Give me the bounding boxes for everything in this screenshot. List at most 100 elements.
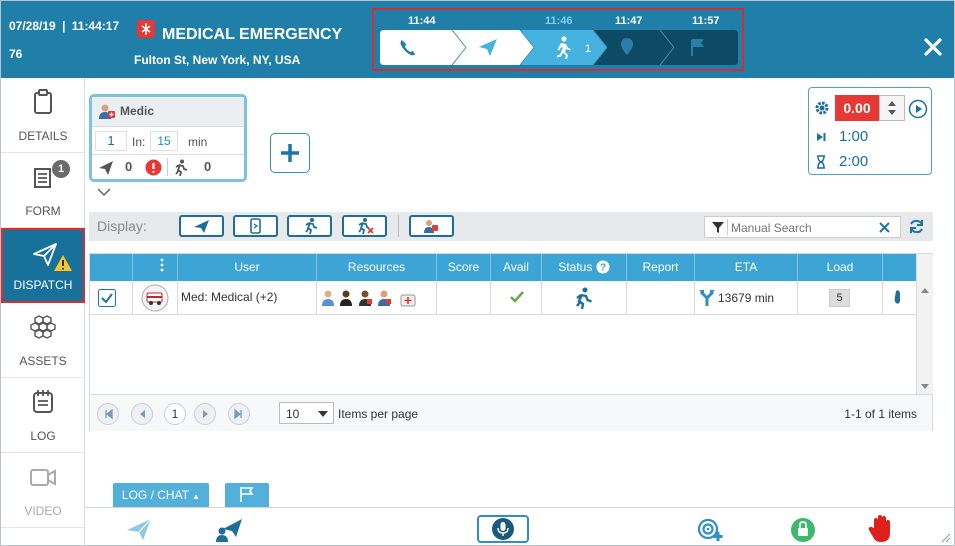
more-vertical-icon [160, 258, 164, 272]
sidebar-item-form[interactable]: 1 FORM [1, 153, 85, 228]
bottom-toolbar [85, 507, 954, 545]
gear-icon[interactable] [814, 100, 830, 116]
sidebar-item-dispatch[interactable]: DISPATCH [1, 228, 85, 303]
refresh-icon[interactable] [908, 218, 925, 235]
grid-scrollbar[interactable] [916, 254, 933, 394]
first-page-button[interactable] [97, 403, 119, 425]
current-page[interactable]: 1 [164, 403, 186, 425]
chevron-down-icon[interactable] [97, 187, 111, 197]
lock-icon[interactable] [788, 515, 818, 543]
close-icon[interactable] [921, 35, 945, 59]
min-label: min [188, 135, 208, 149]
step-forward-icon [817, 133, 826, 141]
scroll-down-icon[interactable] [921, 384, 929, 390]
running-person-icon [576, 287, 592, 309]
hexagons-icon [30, 315, 56, 339]
column-header-user[interactable]: User [178, 254, 317, 281]
filter-dispatched-button[interactable] [179, 215, 224, 237]
row-checkbox[interactable] [98, 289, 116, 307]
items-per-page-label: Items per page [338, 407, 419, 421]
column-header-resources[interactable]: Resources [317, 254, 437, 281]
column-header-score[interactable]: Score [437, 254, 491, 281]
resource-avatars-icon [322, 290, 416, 307]
ambulance-icon [141, 284, 169, 312]
divider [167, 158, 168, 176]
mobile-phone-icon [250, 218, 261, 234]
drag-handle-icon[interactable] [893, 289, 903, 305]
card-title: Medic [120, 104, 155, 118]
manual-search-box[interactable] [704, 216, 901, 238]
medical-badge-icon [137, 20, 155, 38]
page-size-select[interactable]: 10 [279, 402, 334, 424]
incident-title: MEDICAL EMERGENCY [162, 26, 343, 43]
microphone-button[interactable] [477, 515, 529, 543]
add-target-icon[interactable] [696, 515, 726, 543]
column-header-status[interactable]: Status ? [542, 254, 627, 281]
avail-cell [491, 281, 542, 315]
incident-id: 76 [9, 47, 23, 61]
column-header-avail[interactable]: Avail [491, 254, 542, 281]
send-icon[interactable] [124, 515, 154, 543]
search-input[interactable] [731, 220, 871, 235]
timeline-track: 1 [380, 30, 738, 65]
clipboard-icon [34, 89, 52, 114]
warning-icon [54, 255, 72, 271]
grid-pager: 1 10 Items per page 1-1 of 1 items [90, 394, 932, 431]
select-cell [90, 281, 133, 315]
timer-input[interactable]: 0.00 [835, 95, 879, 121]
timeline-step-call[interactable] [380, 30, 466, 65]
report-cell [627, 281, 695, 315]
quantity-field[interactable]: 1 [95, 131, 127, 151]
last-page-button[interactable] [228, 403, 250, 425]
add-resource-button[interactable] [270, 133, 310, 173]
column-header-eta[interactable]: ETA [695, 254, 798, 281]
minutes-field[interactable]: 15 [150, 131, 178, 151]
help-icon[interactable]: ? [596, 260, 610, 274]
first-page-icon [105, 408, 113, 420]
filter-mobile-button[interactable] [233, 215, 278, 237]
divider [727, 219, 728, 235]
column-header-report[interactable]: Report [627, 254, 695, 281]
column-menu[interactable] [133, 254, 178, 281]
spinner-arrows-icon [888, 101, 896, 115]
filter-responding-button[interactable] [287, 215, 332, 237]
incident-address: Fulton St, New York, NY, USA [134, 53, 301, 67]
stop-hand-icon[interactable] [867, 515, 897, 543]
sidebar-item-label: VIDEO [24, 504, 62, 518]
sidebar-item-video[interactable]: VIDEO [1, 453, 85, 528]
timeline-time: 11:46 [545, 15, 573, 27]
column-header-load[interactable]: Load [798, 254, 883, 281]
timeline-time: 11:57 [692, 15, 720, 27]
paper-plane-icon [99, 161, 113, 175]
filter-medic-button[interactable] [409, 215, 454, 237]
sidebar-item-log[interactable]: LOG [1, 378, 85, 453]
send-to-user-icon[interactable] [214, 515, 244, 543]
filter-icon [712, 222, 724, 233]
running-person-x-icon [358, 218, 374, 235]
resource-requirement-card[interactable]: Medic 1 In: 15 min 0 0 [89, 94, 247, 182]
timer-panel: 0.00 1:00 2:00 [808, 87, 932, 175]
action-cell [883, 281, 916, 315]
plus-icon [281, 144, 299, 162]
incident-datetime: 07/28/19 | 11:44:17 [9, 19, 120, 33]
load-cell: 5 [798, 281, 883, 315]
play-icon[interactable] [908, 99, 928, 119]
caret-up-icon: ▲ [192, 492, 201, 501]
page-number: 1 [171, 407, 179, 421]
filter-unavailable-button[interactable] [342, 215, 387, 237]
clear-icon[interactable] [879, 222, 890, 233]
form-count-badge: 1 [52, 160, 70, 178]
flag-tab[interactable] [225, 483, 269, 507]
scroll-up-icon[interactable] [921, 287, 929, 293]
prev-page-button[interactable] [131, 403, 153, 425]
sidebar-item-assets[interactable]: ASSETS [1, 303, 85, 378]
log-chat-tab[interactable]: LOG / CHAT ▲ [113, 483, 209, 507]
sidebar-item-details[interactable]: DETAILS [1, 78, 85, 153]
table-row[interactable]: Med: Medical (+2) 13679 min 5 [90, 281, 916, 315]
resize-grip-icon[interactable] [941, 533, 951, 543]
timer-spinner[interactable] [879, 95, 905, 121]
display-filter-bar: Display: [89, 212, 933, 241]
user-cell: Med: Medical (+2) [178, 281, 317, 315]
next-page-button[interactable] [194, 403, 216, 425]
eta-value: 13679 min [718, 291, 775, 305]
